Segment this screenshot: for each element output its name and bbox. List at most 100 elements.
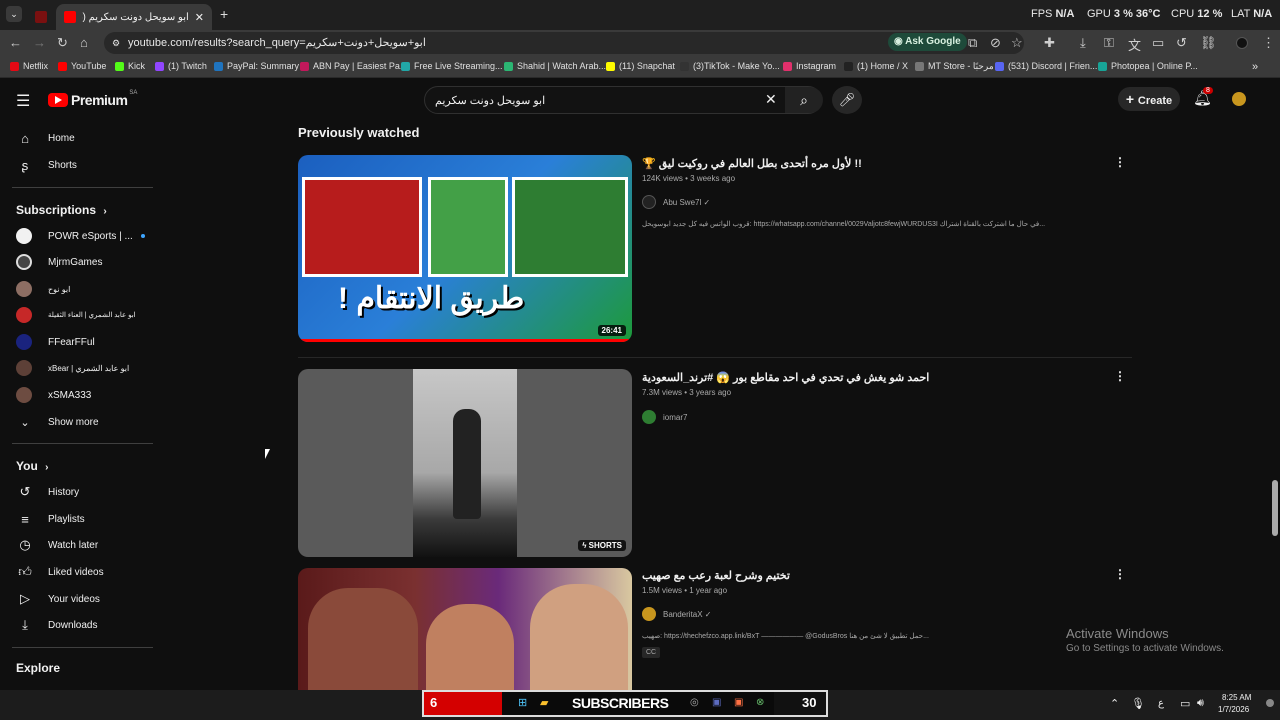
chevron-up-icon[interactable]: ⌃ [1110, 697, 1119, 710]
home-icon: ⌂ [21, 130, 29, 146]
bookmark-netflix[interactable]: Netflix [10, 61, 48, 71]
abnpay-icon [300, 61, 309, 71]
bookmark-mtstore[interactable]: MT Store - مرحبًا [915, 61, 994, 72]
sidebar-item-home[interactable]: ⌂ Home [16, 126, 75, 150]
bookmark-shahid[interactable]: Shahid | Watch Arab... [504, 61, 606, 71]
more-options-icon[interactable]: ⋮ [1114, 567, 1126, 581]
bookmark-x[interactable]: (1) Home / X [844, 61, 908, 71]
translate-icon[interactable]: 文 [1128, 35, 1141, 54]
channel-link[interactable]: iomar7 [642, 410, 687, 424]
bookmark-paypal[interactable]: PayPal: Summary [214, 61, 299, 71]
guide-menu-icon[interactable]: ☰ [16, 91, 30, 111]
account-avatar[interactable] [1232, 92, 1246, 106]
pinned-tab[interactable] [30, 4, 52, 30]
notifications-button[interactable]: 🔔︎ 8 [1193, 87, 1213, 107]
subscription-item[interactable]: MjrmGames [16, 250, 102, 274]
bookmark-free-live[interactable]: Free Live Streaming... [401, 61, 503, 71]
ask-google-button[interactable]: ◉ Ask Google [888, 33, 967, 51]
mic-icon[interactable]: 🎙︎ [1131, 697, 1145, 710]
star-icon[interactable]: ☆ [1011, 35, 1023, 51]
video-thumbnail[interactable]: طريق الانتقام ! 26:41 [298, 155, 632, 342]
region-code: SA [129, 90, 138, 96]
bookmark-youtube[interactable]: YouTube [58, 61, 106, 71]
notification-center-icon[interactable] [1266, 699, 1274, 707]
eye-off-icon[interactable]: ⊘ [990, 35, 1001, 51]
subscription-item[interactable]: FFearFFul [16, 330, 95, 354]
network-icon[interactable]: ▭ [1180, 697, 1190, 710]
video-title[interactable]: تختيم وشرح لعبة رعب مع صهيب [642, 569, 790, 582]
subscription-item[interactable]: POWR eSports | ... [16, 224, 145, 248]
xbox-icon[interactable]: ⊗ [756, 697, 764, 708]
bookmarks-overflow-icon[interactable]: » [1252, 61, 1258, 73]
sidebar-divider [12, 647, 153, 648]
subscription-item[interactable]: xBear | ابو عابد الشمري [16, 356, 129, 380]
taskbar-date[interactable]: 1/7/2026 [1218, 705, 1249, 714]
volume-icon[interactable]: 🔊︎ [1197, 697, 1204, 710]
taskbar-time[interactable]: 8:25 AM [1222, 693, 1251, 702]
reload-icon[interactable]: ↻ [57, 35, 68, 51]
extensions-icon[interactable]: ✚ [1044, 35, 1055, 51]
address-bar[interactable]: ⚙ youtube.com/results?search_query=ابو+س… [104, 32, 1024, 54]
more-options-icon[interactable]: ⋮ [1114, 155, 1126, 169]
app-icon[interactable]: ▣ [712, 697, 721, 708]
tab-search-button[interactable]: ⌄ [6, 6, 22, 22]
voice-search-button[interactable]: 🎤︎ [832, 86, 862, 114]
key-icon[interactable]: ⚿ [1104, 35, 1114, 51]
cast-icon[interactable]: ⧉ [968, 35, 977, 51]
bookmark-discord[interactable]: (531) Discord | Frien... [995, 61, 1097, 71]
site-info-icon[interactable]: ⚙ [112, 32, 120, 54]
create-button[interactable]: + Create [1118, 87, 1180, 111]
new-tab-button[interactable]: + [220, 6, 228, 22]
home-icon[interactable]: ⌂ [80, 35, 88, 50]
search-button[interactable]: ⌕ [785, 87, 823, 113]
channel-link[interactable]: BanderitaX ✓ [642, 607, 712, 621]
close-tab-icon[interactable]: ✕ [195, 11, 204, 24]
profile-avatar[interactable] [1236, 37, 1248, 49]
back-icon[interactable]: ← [9, 35, 22, 50]
more-options-icon[interactable]: ⋮ [1114, 369, 1126, 383]
shorts-icon: ʂ [21, 157, 29, 173]
scrollbar-thumb[interactable] [1272, 480, 1278, 536]
sidebar-item-shorts[interactable]: ʂ Shorts [16, 153, 77, 177]
you-heading[interactable]: You › [16, 459, 48, 473]
subscription-item[interactable]: xSMA333 [16, 383, 91, 407]
app-icon[interactable]: ◎ [690, 697, 699, 708]
subscription-item[interactable]: ابو نوح [16, 277, 70, 301]
forward-icon[interactable]: → [33, 35, 46, 50]
app-icon[interactable]: ▣ [734, 697, 743, 708]
sidebar-item-liked-videos[interactable]: 👍︎ Liked videos [16, 560, 103, 584]
subscription-item[interactable]: ابو عابد الشمري | العناء الثقيلة [16, 303, 136, 327]
youtube-logo[interactable]: Premium SA [48, 90, 138, 108]
file-explorer-icon[interactable]: ▰ [540, 696, 548, 709]
history-icon[interactable]: ↺ [1176, 35, 1187, 51]
download-icon[interactable]: ⤓ [1080, 35, 1086, 51]
video-thumbnail[interactable] [298, 568, 632, 690]
video-title[interactable]: !! لأول مره أتحدى بطل العالم في روكيت لي… [642, 157, 862, 170]
video-title[interactable]: احمد شو يغش في تحدي في احد مقاطع بور 😱 #… [642, 371, 929, 384]
card-icon[interactable]: ▭ [1152, 35, 1164, 51]
language-indicator[interactable]: ع [1158, 698, 1164, 709]
link-icon[interactable]: ⛓ [1200, 35, 1217, 51]
sidebar-item-watch-later[interactable]: ◷ Watch later [16, 533, 98, 557]
show-more-button[interactable]: ⌄ Show more [16, 410, 98, 434]
bookmark-tiktok[interactable]: (3)TikTok - Make Yo... [680, 61, 780, 71]
bookmark-snapchat[interactable]: (11) Snapchat [606, 61, 675, 71]
sidebar-item-your-videos[interactable]: ▷ Your videos [16, 587, 100, 611]
bookmark-photopea[interactable]: Photopea | Online P... [1098, 61, 1198, 71]
bookmark-twitch[interactable]: (1) Twitch [155, 61, 207, 71]
video-thumbnail[interactable]: ϟ SHORTS [298, 369, 632, 557]
tab-youtube[interactable]: ابو سويحل دونت سكريم (8) - YouTube ✕ [56, 4, 212, 30]
page-scrollbar[interactable] [1271, 80, 1279, 690]
clear-search-icon[interactable]: ✕ [765, 91, 777, 108]
subscriptions-heading[interactable]: Subscriptions › [16, 203, 107, 217]
search-input[interactable] [435, 87, 735, 113]
channel-link[interactable]: Abu Swe7l ✓ [642, 195, 710, 209]
browser-menu-icon[interactable]: ⋮ [1262, 35, 1275, 51]
bookmark-abnpay[interactable]: ABN Pay | Easiest Pa... [300, 61, 407, 71]
start-icon[interactable]: ⊞ [518, 696, 527, 709]
sidebar-item-downloads[interactable]: ⤓ Downloads [16, 613, 97, 637]
sidebar-item-playlists[interactable]: ≡ Playlists [16, 507, 84, 531]
bookmark-instagram[interactable]: Instagram [783, 61, 836, 71]
sidebar-item-history[interactable]: ↺ History [16, 480, 80, 504]
bookmark-kick[interactable]: Kick [115, 61, 145, 71]
